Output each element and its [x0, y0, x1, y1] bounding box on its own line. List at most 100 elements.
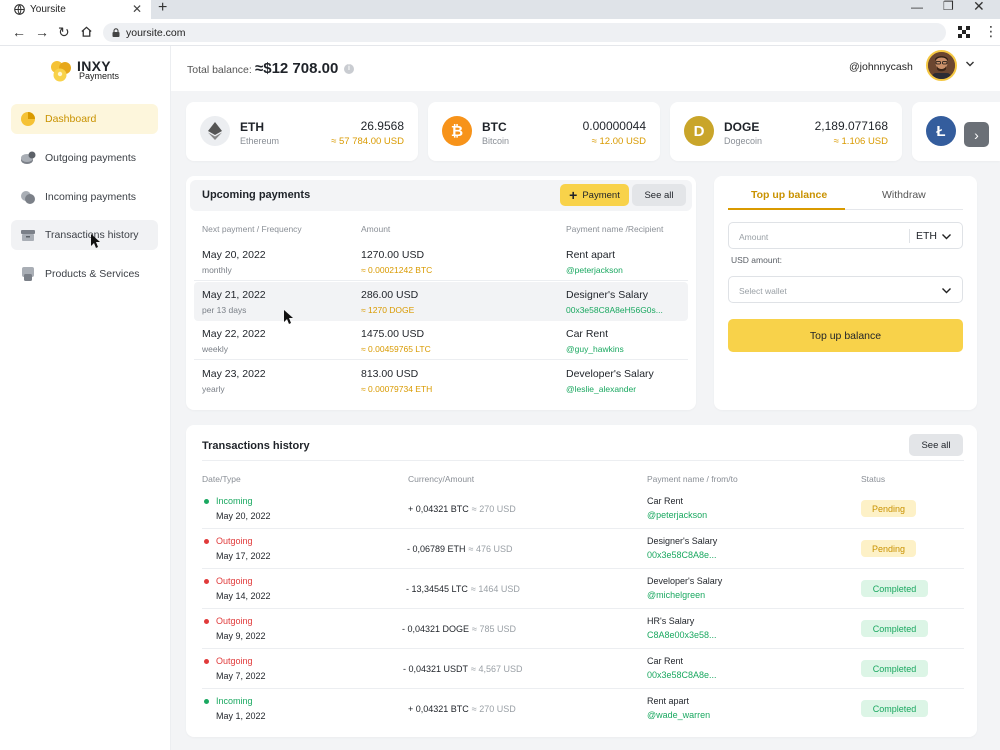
column-header: Currency/Amount — [408, 474, 475, 484]
upcoming-title: Upcoming payments — [202, 189, 311, 201]
status-badge: Pending — [861, 540, 916, 557]
coin-card-btc[interactable]: ₿ BTC Bitcoin 0.00000044 ≈ 12.00 USD — [428, 102, 660, 161]
plus-icon: + — [569, 187, 578, 203]
forward-icon[interactable]: → — [35, 24, 49, 40]
status-badge: Completed — [861, 660, 928, 677]
status-badge: Pending — [861, 500, 916, 517]
inxy-logo-icon — [51, 61, 71, 82]
wallet-select[interactable]: Select wallet — [728, 276, 963, 303]
brand-sub: Payments — [79, 71, 120, 81]
table-row[interactable]: Outgoing May 9, 2022 - 0,04321 DOGE ≈ 785… — [202, 609, 964, 649]
mouse-cursor-icon — [91, 234, 100, 248]
amount-input[interactable]: Amount ETH — [728, 222, 963, 249]
url-text: yoursite.com — [126, 26, 186, 39]
home-icon[interactable] — [80, 25, 93, 38]
column-header: Date/Type — [202, 474, 241, 484]
browser-menu-icon[interactable]: ⋮ — [984, 23, 998, 40]
column-header: Status — [861, 474, 886, 484]
column-header: Next payment / Frequency — [202, 224, 302, 234]
outgoing-dot-icon — [204, 619, 209, 624]
upcoming-see-all-button[interactable]: See all — [632, 184, 686, 206]
table-row[interactable]: Outgoing May 17, 2022 - 0,06789 ETH ≈ 476… — [202, 529, 964, 569]
browser-tab-bar: Yoursite ✕ + — ❐ ✕ — [0, 0, 1000, 19]
incoming-dot-icon — [204, 499, 209, 504]
outgoing-dot-icon — [204, 579, 209, 584]
chevron-down-icon[interactable] — [941, 285, 952, 296]
upcoming-payments-panel: Upcoming payments + Payment See all Next… — [186, 176, 696, 410]
outgoing-coins-icon — [21, 151, 36, 164]
table-row[interactable]: May 20, 2022 monthly 1270.00 USD ≈ 0.00021… — [194, 242, 688, 281]
dogecoin-icon: D — [684, 116, 714, 146]
table-row[interactable]: Incoming May 1, 2022 + 0,04321 BTC ≈ 270 … — [202, 689, 964, 729]
column-header: Amount — [361, 224, 391, 234]
browser-tab[interactable]: Yoursite ✕ — [0, 0, 151, 19]
total-balance-label: Total balance: — [187, 64, 252, 76]
bitcoin-icon: ₿ — [442, 116, 472, 146]
close-tab-icon[interactable]: ✕ — [132, 2, 142, 16]
table-row[interactable]: Outgoing May 7, 2022 - 0,04321 USDT ≈ 4,5… — [202, 649, 964, 689]
extension-icon[interactable] — [957, 25, 971, 39]
transactions-see-all-button[interactable]: See all — [909, 434, 963, 456]
total-balance-value: ≈$12 708.00 — [255, 60, 339, 77]
column-header: Payment name / from/to — [647, 474, 738, 484]
top-header: Total balance: ≈$12 708.00 i @johnnycash — [171, 46, 1000, 91]
outgoing-dot-icon — [204, 539, 209, 544]
table-row[interactable]: May 21, 2022 per 13 days 286.00 USD ≈ 1270… — [194, 282, 688, 321]
browser-tab-title: Yoursite — [30, 4, 66, 15]
table-row[interactable]: May 23, 2022 yearly 813.00 USD ≈ 0.0007973… — [194, 361, 688, 400]
close-window-icon[interactable]: ✕ — [973, 0, 985, 15]
info-icon[interactable]: i — [344, 64, 354, 74]
sidebar: INXY Payments Dashboard Outgoing payment… — [0, 46, 171, 750]
coin-card-eth[interactable]: ETH Ethereum 26.9568 ≈ 57 784.00 USD — [186, 102, 418, 161]
transactions-list: Incoming May 20, 2022 + 0,04321 BTC ≈ 270… — [186, 489, 977, 729]
table-row[interactable]: May 22, 2022 weekly 1475.00 USD ≈ 0.004597… — [194, 321, 688, 360]
avatar[interactable] — [926, 50, 957, 81]
pie-chart-icon — [21, 112, 35, 126]
tab-top-up[interactable]: Top up balance — [751, 189, 827, 201]
coin-card-doge[interactable]: D DOGE Dogecoin 2,189.077168 ≈ 1.106 USD — [670, 102, 902, 161]
reload-icon[interactable]: ↻ — [58, 24, 70, 40]
currency-select[interactable]: ETH — [916, 230, 937, 242]
sidebar-item-products[interactable]: Products & Services — [11, 259, 158, 289]
active-tab-indicator — [728, 208, 845, 210]
status-badge: Completed — [861, 700, 928, 717]
address-bar: ← → ↻ yoursite.com ⋮ — [0, 19, 1000, 46]
sidebar-item-incoming[interactable]: Incoming payments — [11, 182, 158, 212]
url-input[interactable]: yoursite.com — [103, 23, 946, 42]
topup-panel: Top up balance Withdraw Amount ETH USD a… — [714, 176, 977, 410]
outgoing-dot-icon — [204, 659, 209, 664]
tab-withdraw[interactable]: Withdraw — [882, 189, 926, 201]
mouse-cursor-icon — [284, 310, 293, 324]
incoming-dot-icon — [204, 699, 209, 704]
table-row[interactable]: Incoming May 20, 2022 + 0,04321 BTC ≈ 270… — [202, 489, 964, 529]
sidebar-item-dashboard[interactable]: Dashboard — [11, 104, 158, 134]
litecoin-icon: Ł — [926, 116, 956, 146]
incoming-coins-icon — [21, 191, 35, 204]
usd-amount-label: USD amount: — [731, 255, 783, 265]
archive-box-icon — [21, 230, 35, 241]
chevron-right-icon[interactable]: › — [964, 122, 989, 147]
globe-icon — [14, 4, 25, 15]
top-up-balance-button[interactable]: Top up balance — [728, 319, 963, 352]
new-tab-icon[interactable]: + — [158, 0, 167, 17]
user-photo-icon — [928, 52, 955, 79]
brand-name: INXY — [77, 58, 111, 74]
sidebar-item-transactions[interactable]: Transactions history — [11, 220, 158, 250]
restore-icon[interactable]: ❐ — [943, 0, 954, 13]
sidebar-item-outgoing[interactable]: Outgoing payments — [11, 143, 158, 173]
products-icon — [22, 267, 34, 281]
table-row[interactable]: Outgoing May 14, 2022 - 13,34545 LTC ≈ 14… — [202, 569, 964, 609]
brand-logo[interactable]: INXY Payments — [48, 59, 119, 83]
username[interactable]: @johnnycash — [849, 61, 913, 73]
column-header: Payment name /Recipient — [566, 224, 664, 234]
ethereum-icon — [200, 116, 230, 146]
transactions-panel: Transactions history See all Date/Type C… — [186, 425, 977, 737]
lock-icon — [112, 28, 120, 37]
transactions-title: Transactions history — [202, 440, 310, 452]
back-icon[interactable]: ← — [12, 24, 26, 40]
chevron-down-icon[interactable] — [941, 231, 952, 242]
status-badge: Completed — [861, 620, 928, 637]
minimize-icon[interactable]: — — [911, 0, 923, 14]
add-payment-button[interactable]: + Payment — [560, 184, 629, 206]
chevron-down-icon[interactable] — [965, 59, 975, 69]
